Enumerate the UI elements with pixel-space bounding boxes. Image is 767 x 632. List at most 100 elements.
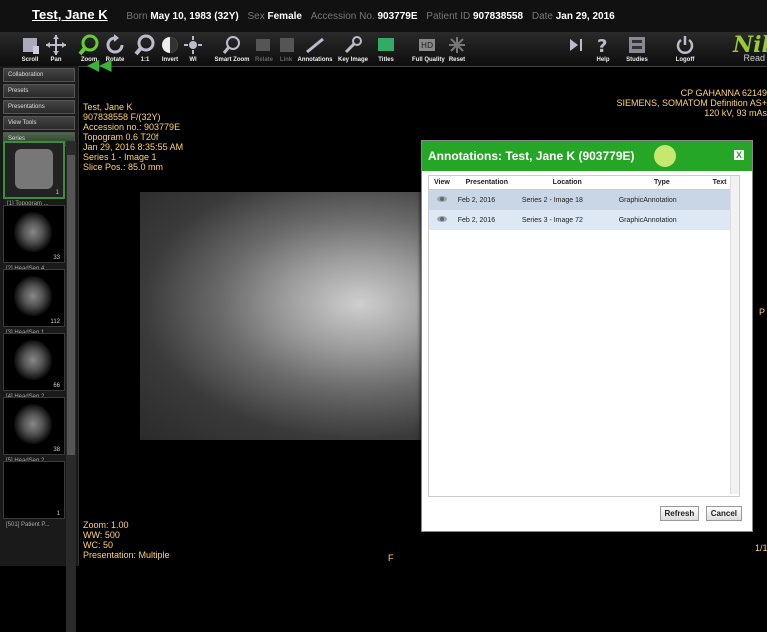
overlay-line: WW: 500 [83, 530, 120, 540]
patient-name[interactable]: Test, Jane K [32, 7, 108, 22]
date-label: Date [531, 11, 553, 22]
cancel-button[interactable]: Cancel [705, 506, 742, 521]
svg-text:HD: HD [421, 41, 433, 50]
dialog-title: Annotations: Test, Jane K (903779E) [428, 149, 635, 163]
annotations-button[interactable]: Annotations [296, 32, 334, 66]
view-cell[interactable] [429, 210, 455, 230]
dialog-header[interactable]: Annotations: Test, Jane K (903779E) X [422, 141, 752, 171]
presets-button[interactable]: Presets [3, 84, 75, 98]
pan-button[interactable]: Pan [44, 32, 68, 66]
overlay-line: Zoom: 1.00 [83, 520, 129, 530]
accession-value: 903779E [377, 11, 418, 22]
patient-info: Test, Jane K Born May 10, 1983 (32Y) Sex… [32, 7, 615, 22]
table-row[interactable]: Feb 2, 2016 Series 2 - Image 18 GraphicA… [429, 189, 731, 210]
column-header-presentation[interactable]: Presentation [454, 176, 519, 190]
pan-icon [46, 35, 66, 55]
studies-button[interactable]: Studies [624, 32, 650, 66]
series-thumbnail[interactable]: 1 [1] Topogram ... [3, 141, 65, 207]
dialog-scrollbar[interactable] [730, 176, 739, 494]
series-thumbnail[interactable]: 66 [4] HeadSeq 2.... [3, 333, 65, 400]
studies-icon [629, 37, 645, 53]
overlay-line: Accession no.: 903779E [83, 122, 181, 132]
link-button[interactable]: Link [276, 32, 296, 66]
thumbnail-count: 1 [56, 511, 60, 517]
column-header-location[interactable]: Location [518, 176, 616, 190]
scroll-label: Scroll [21, 57, 39, 63]
skip-forward-icon [570, 39, 582, 51]
overlay-line: Series 1 - Image 1 [83, 152, 157, 162]
refresh-button[interactable]: Refresh [659, 506, 700, 521]
annotations-label: Annotations [297, 57, 333, 63]
logoff-button[interactable]: Logoff [670, 32, 700, 66]
collaboration-button[interactable]: Collaboration [3, 68, 75, 82]
series-thumbnail[interactable]: 1 [501] Patient P... [3, 461, 65, 528]
thumbnail-count: 66 [53, 383, 60, 389]
overlay-line: WC: 50 [83, 540, 114, 550]
series-thumbnail[interactable]: 33 [2] HeadSeq 4.... [3, 205, 65, 272]
relate-button[interactable]: Relate [252, 32, 276, 66]
series-thumbnail[interactable]: 38 [5] HeadSeq 2.... [3, 397, 65, 464]
overlay-line: Jan 29, 2016 8:35:55 AM [83, 142, 184, 152]
orientation-marker-right: P [759, 307, 766, 317]
next-button[interactable] [566, 32, 586, 66]
thumbnail-image [14, 404, 52, 444]
eye-icon[interactable] [436, 196, 447, 202]
orientation-marker-bottom: F [388, 553, 394, 563]
help-icon: ? [597, 36, 607, 56]
wl-label: Wl [189, 57, 197, 63]
smart-zoom-button[interactable]: Smart Zoom [212, 32, 252, 66]
column-header-view[interactable]: View [429, 176, 455, 190]
overlay-line: 907838558 F/(32Y) [83, 112, 161, 122]
column-header-text[interactable]: Text [708, 176, 731, 190]
full-quality-button[interactable]: HD Full Quality [412, 32, 445, 66]
svg-text:?: ? [597, 36, 607, 56]
thumbnail-count: 1 [55, 190, 59, 196]
overlay-line: Presentation: Multiple [83, 550, 170, 560]
table-row[interactable]: Feb 2, 2016 Series 3 - Image 72 GraphicA… [429, 210, 731, 230]
thumbnail-label: [501] Patient P... [6, 522, 50, 528]
annotations-table: View Presentation Location Type Text Feb… [429, 176, 731, 230]
view-cell[interactable] [429, 189, 455, 210]
logo-mode: Read [743, 53, 765, 63]
reset-icon [449, 37, 465, 53]
reset-button[interactable]: Reset [446, 32, 468, 66]
link-icon [280, 38, 294, 52]
thumbnail-image [14, 212, 52, 252]
overlay-bottom-left: Zoom: 1.00 WW: 500 WC: 50 Presentation: … [83, 520, 170, 560]
relate-icon [256, 39, 270, 51]
wl-button[interactable]: Wl [182, 32, 204, 66]
presentations-button[interactable]: Presentations [3, 100, 75, 114]
overlay-line: 120 kV, 93 mAs [704, 108, 767, 118]
one-to-one-label: 1:1 [140, 57, 150, 63]
type-cell: GraphicAnnotation [615, 189, 709, 210]
key-icon [344, 36, 362, 54]
logo: Nil Read [725, 32, 767, 66]
overlay-top-left: Test, Jane K 907838558 F/(32Y) Accession… [83, 102, 183, 172]
titles-button[interactable]: Titles [374, 32, 398, 66]
one-to-one-button[interactable]: 1:1 [134, 32, 156, 66]
rotate-icon [106, 34, 124, 54]
thumbnail-image [15, 149, 53, 189]
invert-button[interactable]: Invert [158, 32, 182, 66]
type-cell: GraphicAnnotation [615, 210, 709, 230]
sidebar-scroll-thumb[interactable] [67, 155, 75, 455]
help-button[interactable]: ? Help [592, 32, 614, 66]
thumbnail-image [14, 276, 52, 316]
smart-zoom-icon [222, 36, 240, 54]
view-tools-button[interactable]: View Tools [3, 116, 75, 130]
series-thumbnails: 1 [1] Topogram ... 33 [2] HeadSeq 4.... … [3, 141, 65, 566]
overlay-line: Test, Jane K [83, 102, 133, 112]
column-header-type[interactable]: Type [615, 176, 709, 190]
brightness-icon [184, 36, 202, 54]
key-image-button[interactable]: Key Image [336, 32, 370, 66]
close-button[interactable]: X [734, 150, 744, 160]
full-quality-label: Full Quality [412, 57, 445, 63]
back-arrow-icon[interactable]: ◀◀ [87, 55, 112, 75]
scroll-button[interactable]: Scroll [16, 32, 44, 66]
eye-icon[interactable] [436, 216, 447, 222]
link-label: Link [279, 57, 293, 63]
patient-id-label: Patient ID [426, 11, 471, 22]
series-thumbnail[interactable]: 112 [3] HeadSeq 1.... [3, 269, 65, 336]
sidebar-scrollbar[interactable] [66, 141, 76, 632]
invert-label: Invert [161, 57, 179, 63]
